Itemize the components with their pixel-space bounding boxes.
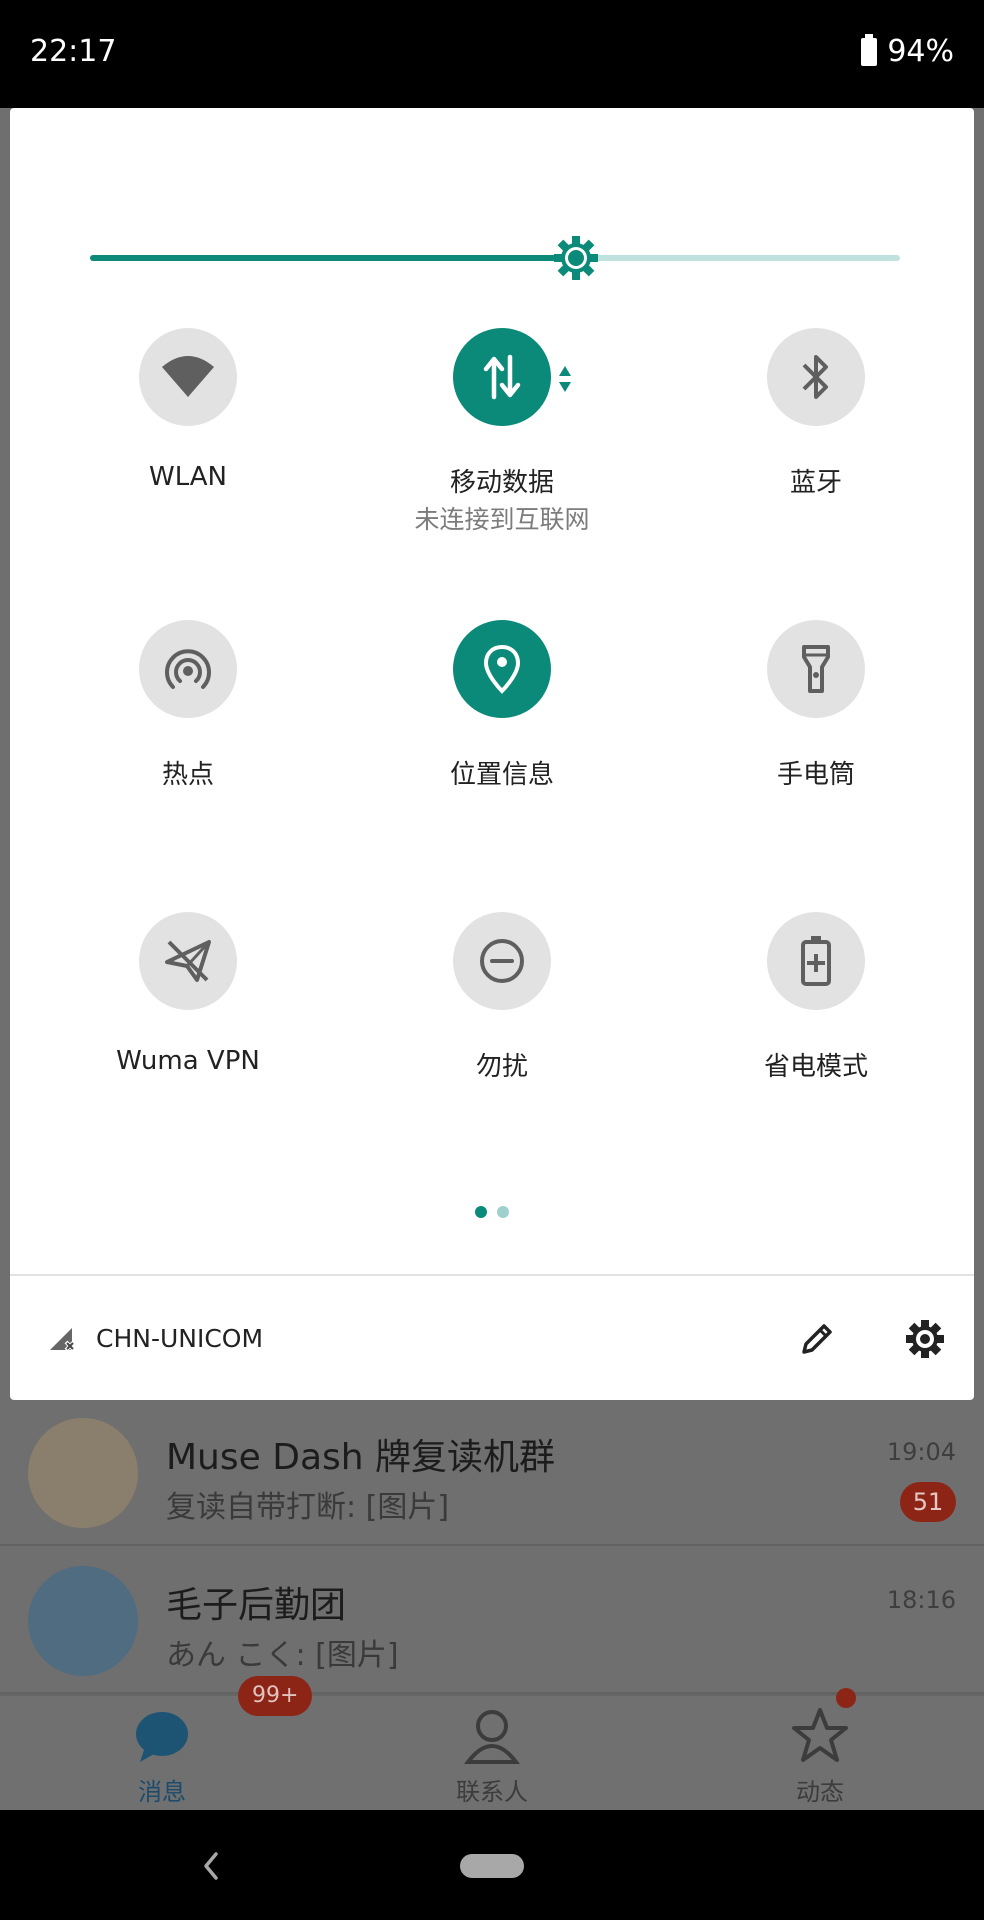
data-activity-icon [559, 366, 571, 392]
page-dot-active [475, 1206, 487, 1218]
tile-dnd-toggle[interactable] [453, 912, 551, 1010]
bottom-tab-bar: 99+ 消息 联系人 动态 [0, 1676, 984, 1810]
tile-label: 省电模式 [763, 1052, 868, 1082]
tile-label: 位置信息 [449, 760, 554, 790]
chat-title: Muse Dash 牌复读机群 [166, 1437, 556, 1478]
carrier-name: CHN-UNICOM [96, 1324, 264, 1353]
bluetooth-icon [802, 355, 828, 399]
tile-label: WLAN [148, 462, 228, 492]
chat-row[interactable]: Muse Dash 牌复读机群 复读自带打断: [图片] 19:04 51 [0, 1398, 984, 1546]
do-not-disturb-icon [480, 939, 524, 983]
tile-label: 蓝牙 [789, 468, 842, 498]
tile-wlan-toggle[interactable] [139, 328, 237, 426]
edit-icon[interactable] [794, 1316, 840, 1362]
page-indicator [475, 1206, 515, 1220]
divider [10, 1274, 974, 1276]
home-pill[interactable] [460, 1854, 524, 1878]
tile-bluetooth-toggle[interactable] [767, 328, 865, 426]
tile-flashlight[interactable]: 手电筒 [660, 620, 972, 860]
battery-percent: 94% [887, 34, 954, 69]
tab-contacts[interactable]: 联系人 [392, 1696, 592, 1810]
tile-bluetooth[interactable]: 蓝牙 [660, 328, 972, 568]
unread-badge: 51 [900, 1482, 956, 1522]
status-time: 22:17 [30, 34, 117, 69]
chat-list: Muse Dash 牌复读机群 复读自带打断: [图片] 19:04 51 毛子… [0, 1398, 984, 1694]
tile-location-toggle[interactable] [453, 620, 551, 718]
hotspot-icon [165, 649, 211, 689]
tile-battery-saver[interactable]: 省电模式 [660, 912, 972, 1152]
signal-no-service-icon [50, 1328, 76, 1352]
chat-time: 18:16 [886, 1586, 956, 1614]
tab-label: 消息 [138, 1778, 186, 1806]
tile-do-not-disturb[interactable]: 勿扰 [346, 912, 658, 1152]
gear-icon[interactable] [902, 1316, 948, 1362]
wifi-icon [162, 356, 214, 397]
flashlight-icon [802, 645, 830, 693]
star-icon [792, 1708, 848, 1762]
brightness-icon[interactable] [551, 233, 601, 283]
location-icon [483, 644, 521, 694]
tab-label: 联系人 [456, 1778, 528, 1806]
tile-hotspot-toggle[interactable] [139, 620, 237, 718]
tile-vpn-toggle[interactable] [139, 912, 237, 1010]
message-icon [136, 1712, 188, 1762]
brightness-fill [90, 255, 576, 261]
status-bar: 22:17 94% [0, 0, 984, 108]
chat-preview: 复读自带打断: [图片] [166, 1490, 450, 1525]
tile-flashlight-toggle[interactable] [767, 620, 865, 718]
tile-sublabel: 未连接到互联网 [414, 505, 590, 534]
battery-saver-icon [801, 936, 831, 986]
vpn-icon [165, 940, 211, 982]
battery-icon [861, 33, 878, 66]
chat-avatar [28, 1566, 138, 1676]
brightness-slider[interactable] [90, 228, 900, 288]
chat-time: 19:04 [886, 1438, 956, 1466]
back-icon[interactable] [196, 1846, 226, 1886]
chat-preview: あん こく: [图片] [166, 1638, 399, 1673]
chat-row[interactable]: 毛子后勤团 あん こく: [图片] 18:16 [0, 1546, 984, 1694]
tile-location[interactable]: 位置信息 [346, 620, 658, 860]
tile-battery-saver-toggle[interactable] [767, 912, 865, 1010]
chat-title: 毛子后勤团 [166, 1585, 347, 1626]
battery-status: 94% [861, 33, 954, 69]
tile-label: 手电筒 [776, 760, 855, 790]
tile-hotspot[interactable]: 热点 [32, 620, 344, 860]
chat-avatar [28, 1418, 138, 1528]
contacts-icon [463, 1710, 521, 1764]
tile-mobile-data-toggle[interactable] [453, 328, 551, 426]
navigation-bar [0, 1810, 984, 1920]
tile-vpn[interactable]: Wuma VPN [32, 912, 344, 1152]
tile-mobile-data[interactable]: 移动数据 未连接到互联网 [346, 328, 658, 568]
messages-badge: 99+ [238, 1676, 313, 1716]
tile-label: 热点 [161, 760, 214, 790]
tile-label: 移动数据 [449, 468, 554, 498]
notification-dot [836, 1688, 856, 1708]
tab-label: 动态 [796, 1778, 844, 1806]
tab-messages[interactable]: 99+ 消息 [62, 1676, 313, 1810]
page-dot[interactable] [497, 1206, 509, 1218]
tab-feeds[interactable]: 动态 [720, 1696, 920, 1810]
mobile-data-icon [483, 354, 521, 400]
tile-wlan[interactable]: WLAN [32, 328, 344, 568]
tile-label: 勿扰 [475, 1052, 528, 1082]
tile-label: Wuma VPN [116, 1046, 260, 1076]
quick-settings-panel: WLAN 移动数据 未连接到互联网 蓝牙 热点 位置信息 手电筒 Wuma VP… [10, 108, 974, 1400]
